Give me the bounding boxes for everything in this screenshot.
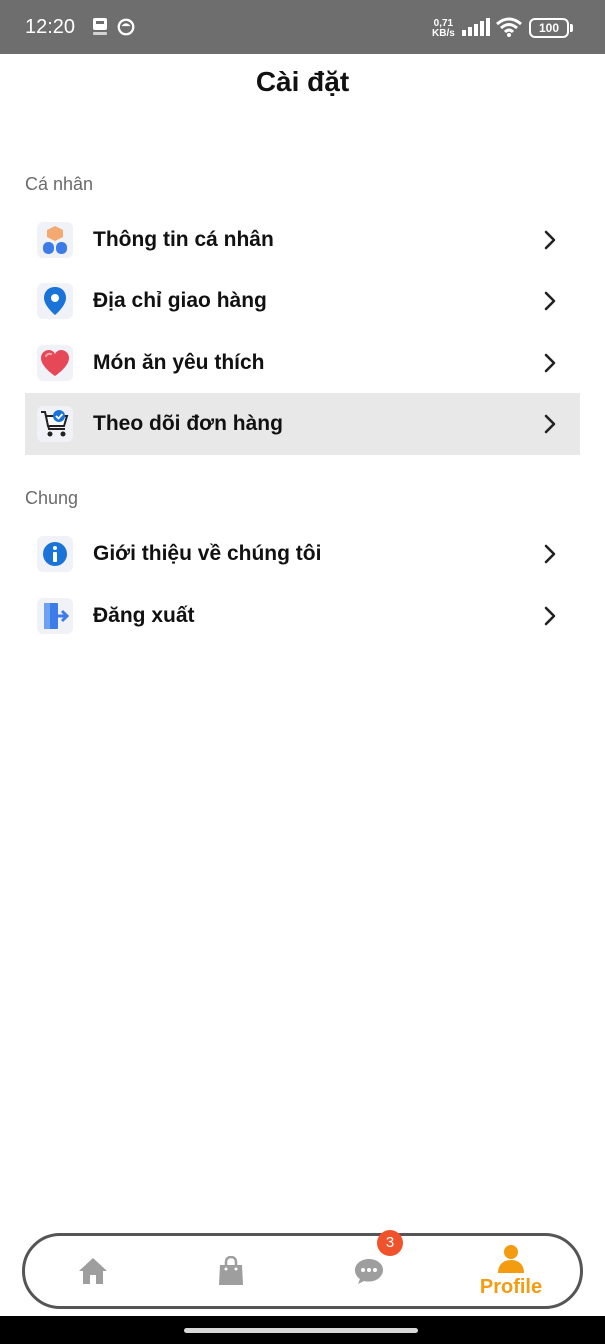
network-speed-unit: KB/s [432,28,455,39]
menu-item-label: Thông tin cá nhân [93,228,274,251]
menu-item-favorite-food[interactable]: Món ăn yêu thích [25,332,580,394]
status-time: 12:20 [25,16,76,38]
face-app-icon [117,18,135,36]
bag-icon [219,1256,243,1285]
nav-home[interactable] [43,1236,143,1306]
menu-item-label: Giới thiệu về chúng tôi [93,542,322,565]
nav-profile-label: Profile [479,1275,543,1298]
pay-app-icon [93,18,107,35]
chevron-right-icon [544,230,556,250]
system-navigation-bar [0,1316,605,1344]
menu-item-logout[interactable]: Đăng xuất [25,585,580,647]
home-indicator[interactable] [184,1328,418,1333]
menu-item-label: Địa chỉ giao hàng [93,289,267,312]
menu-item-label: Theo dõi đơn hàng [93,412,283,435]
signal-icon [462,18,490,36]
menu-item-delivery-address[interactable]: Địa chỉ giao hàng [25,270,580,332]
page-title: Cài đặt [255,66,350,97]
heart-icon [37,345,73,381]
logout-icon [37,598,73,634]
chevron-right-icon [544,414,556,434]
bottom-navigation: 3 Profile [22,1230,583,1309]
menu-item-personal-info[interactable]: Thông tin cá nhân [25,209,580,271]
wifi-icon [496,17,522,37]
nav-orders[interactable] [181,1236,281,1306]
nav-messages[interactable] [319,1236,419,1306]
info-icon [37,536,73,572]
menu-item-label: Món ăn yêu thích [93,351,265,374]
person-icon [37,222,73,258]
cart-check-icon [37,406,73,442]
chevron-right-icon [544,353,556,373]
home-icon [79,1258,107,1284]
section-label-personal: Cá nhân [25,174,94,194]
status-bar: 12:20 0,71 KB/s 100 [0,0,605,54]
chevron-right-icon [544,544,556,564]
location-pin-icon [37,283,73,319]
menu-item-about-us[interactable]: Giới thiệu về chúng tôi [25,523,580,585]
chevron-right-icon [544,606,556,626]
network-speed: 0,71 KB/s [432,19,455,39]
menu-item-label: Đăng xuất [93,604,195,627]
message-count-badge: 3 [377,1230,403,1256]
battery-indicator: 100 [529,18,573,38]
profile-icon [498,1244,524,1273]
chevron-right-icon [544,291,556,311]
chat-icon [355,1259,383,1284]
menu-item-order-tracking[interactable]: Theo dõi đơn hàng [25,393,580,455]
nav-profile[interactable]: Profile [461,1236,561,1306]
section-label-general: Chung [25,488,79,508]
